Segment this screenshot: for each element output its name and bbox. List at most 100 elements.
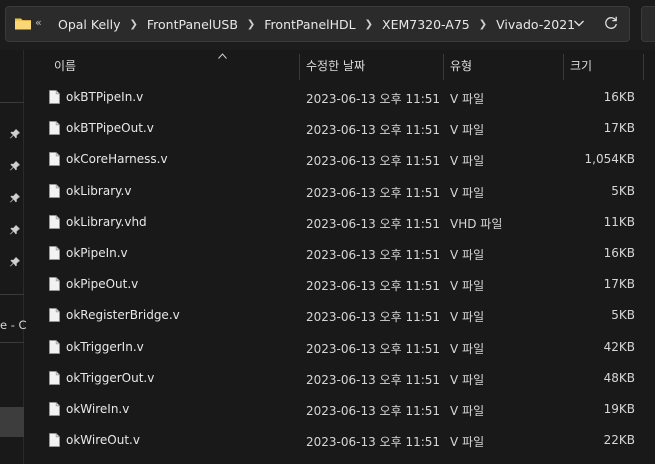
file-size: 5KB <box>611 183 635 198</box>
file-row[interactable]: okWireIn.v 2023-06-13 오후 11:51 V 파일 19KB <box>24 394 655 425</box>
divider <box>0 294 24 295</box>
refresh-icon[interactable] <box>603 15 619 31</box>
file-name: okBTPipeIn.v <box>66 90 144 104</box>
file-date: 2023-06-13 오후 11:51 <box>306 185 441 200</box>
pin-icon[interactable] <box>9 192 21 204</box>
file-date: 2023-06-13 오후 11:51 <box>306 341 441 356</box>
file-row[interactable]: okPipeOut.v 2023-06-13 오후 11:51 V 파일 17K… <box>24 269 655 300</box>
column-header-type[interactable]: 유형 <box>444 50 563 82</box>
column-header-name[interactable]: 이름 <box>48 50 299 82</box>
pin-icon[interactable] <box>9 256 21 268</box>
file-type: V 파일 <box>450 185 485 200</box>
pin-icon[interactable] <box>9 224 21 236</box>
column-header-size[interactable]: 크기 <box>564 50 643 82</box>
file-icon <box>49 433 60 447</box>
file-type: V 파일 <box>450 403 485 418</box>
file-name: okLibrary.vhd <box>66 214 147 229</box>
file-type: V 파일 <box>450 310 485 325</box>
breadcrumb-item-opal-kelly[interactable]: Opal Kelly <box>52 17 127 32</box>
search-box[interactable] <box>641 6 655 42</box>
file-icon <box>49 339 60 354</box>
file-icon <box>49 246 60 260</box>
file-type: V 파일 <box>450 92 485 106</box>
address-toolbar: « Opal Kelly ❯ FrontPanelUSB ❯ FrontPane… <box>0 0 655 50</box>
address-bar[interactable]: « Opal Kelly ❯ FrontPanelUSB ❯ FrontPane… <box>5 6 630 42</box>
file-list: okBTPipeIn.v 2023-06-13 오후 11:51 V 파일 16… <box>24 82 655 456</box>
breadcrumb-item-xem7320-a75[interactable]: XEM7320-A75 <box>376 17 476 32</box>
file-row[interactable]: okLibrary.v 2023-06-13 오후 11:51 V 파일 5KB <box>24 176 655 207</box>
file-name: okTriggerOut.v <box>66 370 155 385</box>
file-date: 2023-06-13 오후 11:51 <box>306 310 441 325</box>
file-icon <box>49 308 60 323</box>
file-size: 16KB <box>603 90 635 104</box>
breadcrumb: Opal Kelly ❯ FrontPanelUSB ❯ FrontPanelH… <box>52 7 581 41</box>
breadcrumb-overflow[interactable]: « <box>35 16 42 29</box>
file-size: 17KB <box>603 277 635 292</box>
chevron-right-icon[interactable]: ❯ <box>244 19 258 30</box>
file-row[interactable]: okBTPipeIn.v 2023-06-13 오후 11:51 V 파일 16… <box>24 82 655 113</box>
sort-ascending-icon <box>218 53 227 59</box>
file-date: 2023-06-13 오후 11:51 <box>306 123 441 138</box>
column-header-date-label: 수정한 날짜 <box>306 59 366 73</box>
nav-item-selected[interactable] <box>0 407 24 437</box>
column-header-name-label: 이름 <box>54 59 77 73</box>
file-type: V 파일 <box>450 247 485 262</box>
file-row[interactable]: okTriggerOut.v 2023-06-13 오후 11:51 V 파일 … <box>24 363 655 394</box>
file-name: okRegisterBridge.v <box>66 308 180 323</box>
file-type: V 파일 <box>450 341 485 356</box>
file-type: V 파일 <box>450 279 485 294</box>
column-header-row: 이름 수정한 날짜 유형 크기 <box>24 50 655 82</box>
nav-item-label[interactable]: e - C <box>0 318 27 332</box>
file-name: okWireOut.v <box>66 433 140 448</box>
breadcrumb-item-frontpanelhdl[interactable]: FrontPanelHDL <box>258 17 361 32</box>
chevron-right-icon[interactable]: ❯ <box>476 19 490 30</box>
file-row[interactable]: okPipeIn.v 2023-06-13 오후 11:51 V 파일 16KB <box>24 238 655 269</box>
column-header-type-label: 유형 <box>450 59 473 73</box>
file-type: VHD 파일 <box>450 216 503 231</box>
file-type: V 파일 <box>450 435 485 450</box>
column-divider[interactable] <box>643 54 644 80</box>
pin-icon[interactable] <box>9 128 21 140</box>
file-icon <box>49 90 60 104</box>
divider <box>0 102 24 103</box>
file-date: 2023-06-13 오후 11:51 <box>306 435 441 450</box>
file-row[interactable]: okCoreHarness.v 2023-06-13 오후 11:51 V 파일… <box>24 144 655 175</box>
chevron-down-icon[interactable] <box>571 15 587 31</box>
file-icon <box>49 214 60 229</box>
column-header-size-label: 크기 <box>570 59 593 73</box>
file-icon <box>49 401 60 416</box>
folder-icon <box>15 18 31 30</box>
file-name: okCoreHarness.v <box>66 152 168 167</box>
file-row[interactable]: okBTPipeOut.v 2023-06-13 오후 11:51 V 파일 1… <box>24 113 655 144</box>
file-row[interactable]: okRegisterBridge.v 2023-06-13 오후 11:51 V… <box>24 300 655 331</box>
file-date: 2023-06-13 오후 11:51 <box>306 403 441 418</box>
file-row[interactable]: okTriggerIn.v 2023-06-13 오후 11:51 V 파일 4… <box>24 332 655 363</box>
file-icon <box>49 370 60 385</box>
file-name: okBTPipeOut.v <box>66 121 154 136</box>
file-date: 2023-06-13 오후 11:51 <box>306 372 441 387</box>
pin-icon[interactable] <box>9 160 21 172</box>
file-name: okPipeOut.v <box>66 277 139 292</box>
navigation-pane: e - C <box>0 50 27 464</box>
file-icon <box>49 183 60 198</box>
file-name: okPipeIn.v <box>66 245 128 260</box>
breadcrumb-item-frontpanelusb[interactable]: FrontPanelUSB <box>141 17 244 32</box>
file-row[interactable]: okWireOut.v 2023-06-13 오후 11:51 V 파일 22K… <box>24 425 655 456</box>
breadcrumb-item-vivado-2021[interactable]: Vivado-2021 <box>490 17 581 32</box>
file-size: 1,054KB <box>584 152 635 167</box>
chevron-right-icon[interactable]: ❯ <box>362 19 376 30</box>
chevron-right-icon[interactable]: ❯ <box>127 19 141 30</box>
file-icon <box>49 121 60 136</box>
file-size: 17KB <box>603 121 635 136</box>
file-type: V 파일 <box>450 154 485 169</box>
file-icon <box>49 152 60 167</box>
file-size: 16KB <box>603 245 635 260</box>
file-date: 2023-06-13 오후 11:51 <box>306 216 441 231</box>
file-date: 2023-06-13 오후 11:51 <box>306 154 441 169</box>
divider <box>0 342 24 343</box>
file-name: okLibrary.v <box>66 183 132 198</box>
file-size: 5KB <box>611 308 635 323</box>
file-type: V 파일 <box>450 123 485 138</box>
column-header-date[interactable]: 수정한 날짜 <box>300 50 443 82</box>
file-row[interactable]: okLibrary.vhd 2023-06-13 오후 11:51 VHD 파일… <box>24 207 655 238</box>
